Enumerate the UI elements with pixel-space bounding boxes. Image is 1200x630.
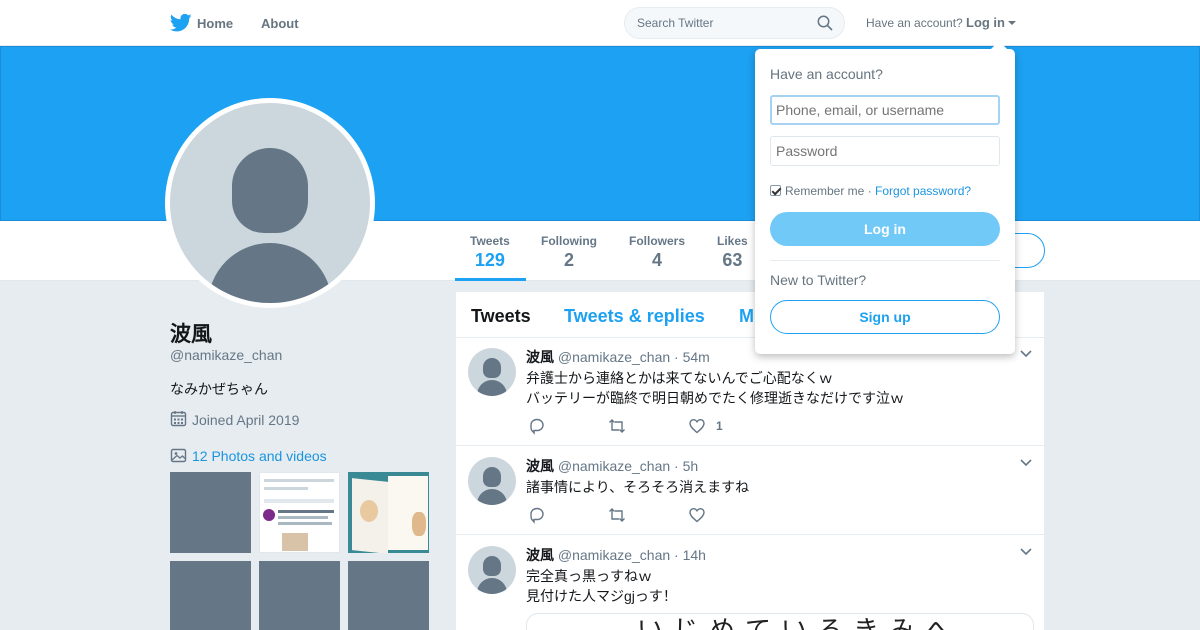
tweet-item[interactable]: 波風 @namikaze_chan · 5h 諸事情により、そろそろ消えますね [456, 447, 1044, 535]
remember-me-label[interactable]: Remember me [785, 184, 864, 198]
separator: · [864, 184, 876, 198]
password-field[interactable] [770, 136, 1000, 166]
media-thumbnail[interactable] [348, 561, 429, 630]
chevron-down-icon[interactable] [1020, 350, 1032, 358]
tweet-text: 完全真っ黒っすねｗ 見付けた人マジgjっす！ [526, 566, 677, 606]
tweet-meta[interactable]: @namikaze_chan · 54m [558, 349, 710, 365]
stat-value: 2 [563, 250, 574, 270]
stat-label: Tweets [470, 234, 510, 248]
profile-handle[interactable]: @namikaze_chan [170, 347, 282, 363]
tweet-header: 波風 @namikaze_chan · 5h [526, 456, 698, 476]
profile-joined-date: Joined April 2019 [192, 412, 300, 428]
avatar[interactable] [468, 457, 516, 505]
divider [770, 260, 1000, 261]
tweet-meta[interactable]: @namikaze_chan · 5h [558, 458, 698, 474]
dropdown-title: Have an account? [770, 66, 883, 82]
chevron-down-icon[interactable] [1020, 548, 1032, 556]
reply-icon[interactable] [528, 417, 546, 435]
tweet-header: 波風 @namikaze_chan · 54m [526, 347, 710, 367]
remember-me-row: Remember me · Forgot password? [770, 184, 971, 198]
calendar-icon [170, 411, 187, 427]
stat-tweets[interactable]: Tweets 129 [470, 234, 510, 271]
profile-avatar[interactable] [165, 98, 375, 308]
tweet-meta[interactable]: @namikaze_chan · 14h [558, 547, 706, 563]
media-thumbnail[interactable] [348, 472, 429, 553]
retweet-icon[interactable] [608, 417, 626, 435]
search-placeholder: Search Twitter [637, 16, 714, 30]
stat-value: 4 [652, 250, 663, 270]
login-dropdown-toggle[interactable]: Log in [966, 15, 1005, 30]
tweet-text-line: 見付けた人マジgjっす！ [526, 588, 677, 604]
profile-display-name[interactable]: 波風 [170, 318, 212, 348]
remember-me-checkbox[interactable] [770, 185, 781, 196]
twitter-bird-icon[interactable] [170, 13, 192, 33]
profile-bio: なみかぜちゃん [170, 381, 268, 397]
chevron-down-icon[interactable] [1020, 459, 1032, 467]
search-icon[interactable] [817, 15, 833, 31]
tweet-text: 弁護士から連絡とかは来てないんでご心配なくｗ バッテリーが臨終で明日朝めでたく修… [526, 368, 904, 408]
tweet-media-card[interactable]: いじめているきみへ [526, 613, 1034, 630]
chevron-down-icon[interactable] [1008, 21, 1016, 25]
stat-label: Followers [629, 234, 686, 248]
have-account-text: Have an account? [866, 16, 963, 30]
search-input[interactable]: Search Twitter [624, 7, 845, 39]
tweet-author-name[interactable]: 波風 [526, 458, 554, 474]
retweet-icon[interactable] [608, 506, 626, 524]
media-thumbnail[interactable] [170, 561, 251, 630]
nav-home-link[interactable]: Home [197, 16, 233, 31]
tweet-text: 諸事情により、そろそろ消えますね [526, 477, 749, 497]
tweet-text-line: 弁護士から連絡とかは来てないんでご心配なくｗ [526, 370, 833, 386]
login-button[interactable]: Log in [770, 212, 1000, 246]
photos-and-videos-link[interactable]: 12 Photos and videos [192, 448, 327, 464]
avatar[interactable] [468, 348, 516, 396]
tab-media[interactable]: M [739, 306, 754, 327]
tab-tweets[interactable]: Tweets [471, 306, 531, 327]
tweet-item[interactable]: 波風 @namikaze_chan · 54m 弁護士から連絡とかは来てないんで… [456, 338, 1044, 446]
reply-icon[interactable] [528, 506, 546, 524]
stat-following[interactable]: Following 2 [541, 234, 597, 271]
new-to-twitter-text: New to Twitter? [770, 272, 867, 288]
tweet-author-name[interactable]: 波風 [526, 349, 554, 365]
active-stat-indicator [455, 278, 526, 281]
media-image-text: いじめているきみへ [637, 614, 961, 630]
stat-label: Likes [717, 234, 748, 248]
media-thumbnail[interactable] [259, 472, 340, 553]
media-thumbnail[interactable] [259, 561, 340, 630]
forgot-password-link[interactable]: Forgot password? [875, 184, 971, 198]
tweet-text-line: 完全真っ黒っすねｗ [526, 568, 652, 584]
stat-value: 129 [474, 250, 505, 270]
like-icon[interactable] [688, 417, 706, 435]
signup-button[interactable]: Sign up [770, 300, 1000, 334]
image-icon [170, 448, 187, 463]
default-avatar-icon [170, 103, 370, 303]
tweet-header: 波風 @namikaze_chan · 14h [526, 545, 706, 565]
tweet-item[interactable]: 波風 @namikaze_chan · 14h 完全真っ黒っすねｗ 見付けた人マ… [456, 536, 1044, 630]
username-field[interactable] [770, 95, 1000, 125]
tweet-author-name[interactable]: 波風 [526, 547, 554, 563]
like-icon[interactable] [688, 506, 706, 524]
tab-tweets-replies[interactable]: Tweets & replies [564, 306, 705, 327]
stat-value: 63 [722, 250, 743, 270]
stat-label: Following [541, 234, 597, 248]
nav-about-link[interactable]: About [261, 16, 299, 31]
like-count: 1 [716, 419, 723, 433]
stat-likes[interactable]: Likes 63 [717, 234, 748, 271]
avatar[interactable] [468, 546, 516, 594]
tweet-text-line: バッテリーが臨終で明日朝めでたく修理逝きなだけです泣ｗ [526, 390, 904, 406]
stat-followers[interactable]: Followers 4 [629, 234, 685, 271]
media-thumbnail[interactable] [170, 472, 251, 553]
top-navigation: Home About Search Twitter Have an accoun… [0, 0, 1200, 46]
login-dropdown: Have an account? Remember me · Forgot pa… [755, 49, 1015, 354]
dropdown-pointer [990, 41, 1008, 50]
tweet-text-line: 諸事情により、そろそろ消えますね [526, 479, 750, 495]
